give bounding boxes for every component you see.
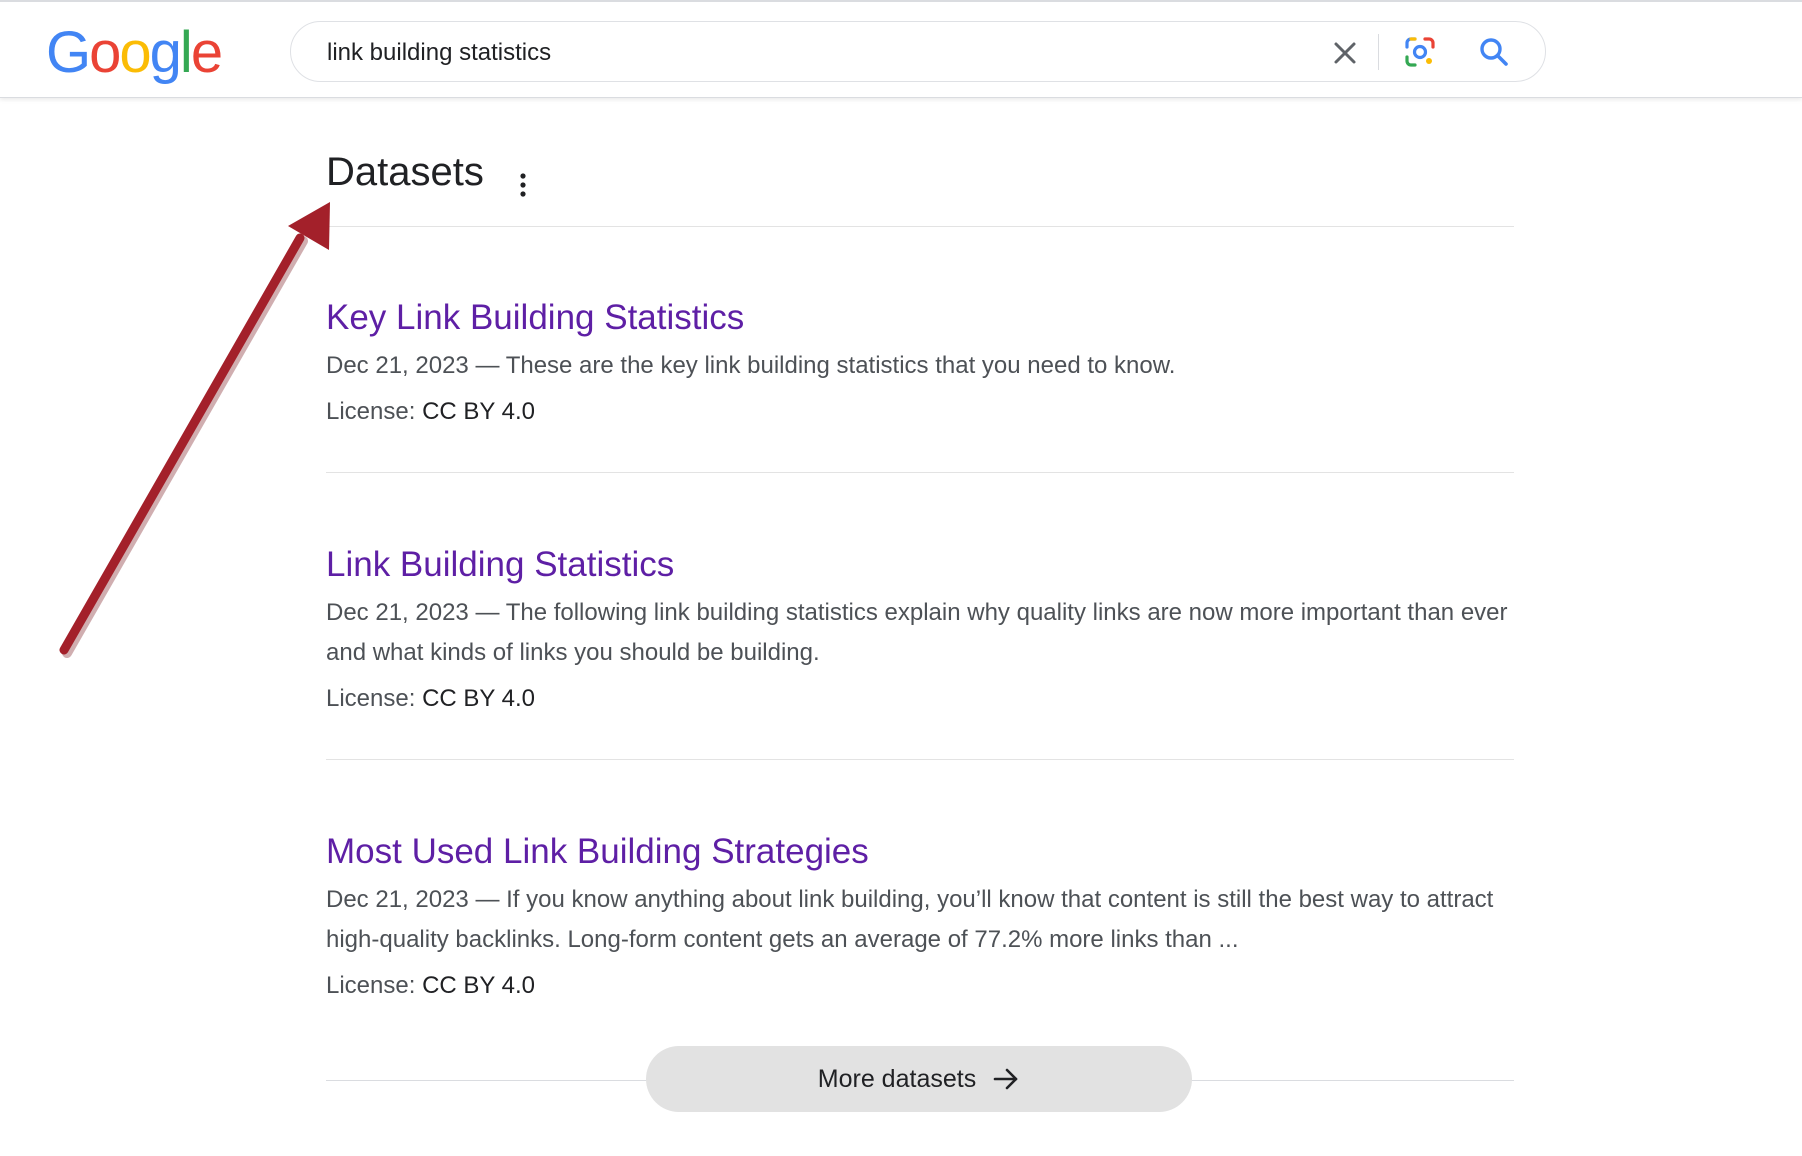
search-input[interactable]: link building statistics [327,39,551,67]
dataset-result: Most Used Link Building Strategies Dec 2… [326,832,1514,1000]
license-value: CC BY 4.0 [422,685,536,713]
result-snippet-text: The following link building statistics e… [326,599,1508,667]
datasets-section-header: Datasets [326,150,1514,197]
license-label: License: [326,972,416,1000]
license-value: CC BY 4.0 [422,972,536,1000]
close-icon [1334,42,1356,64]
result-date: Dec 21, 2023 [326,599,469,627]
logo-letter: l [179,20,193,85]
result-snippet: Dec 21, 2023 — If you know anything abou… [326,886,1494,954]
logo-letter: o [89,20,121,85]
section-menu-button[interactable] [516,170,530,200]
result-license: License: CC BY 4.0 [326,685,1514,713]
section-divider [326,226,1514,227]
search-divider [1378,34,1379,70]
dataset-result: Link Building Statistics Dec 21, 2023 — … [326,545,1514,713]
result-date: Dec 21, 2023 [326,352,469,380]
result-title-link[interactable]: Link Building Statistics [326,545,674,585]
more-datasets-label: More datasets [817,1064,977,1093]
more-vert-icon [520,173,526,197]
logo-letter: g [149,20,182,85]
result-date: Dec 21, 2023 [326,886,469,914]
top-bar: Google link building statistics [0,0,1802,98]
section-title: Datasets [326,150,484,194]
camera-lens-icon [1405,37,1435,67]
logo-letter: e [190,20,223,85]
search-button[interactable] [1476,34,1512,70]
dataset-result: Key Link Building Statistics Dec 21, 202… [326,298,1514,426]
logo-letter: G [46,20,91,85]
clear-search-button[interactable] [1328,36,1362,70]
result-snippet: Dec 21, 2023 — The following link buildi… [326,599,1508,667]
more-datasets-button[interactable]: More datasets [646,1046,1192,1112]
result-snippet-text: These are the key link building statisti… [505,352,1176,380]
result-divider [326,759,1514,760]
result-license: License: CC BY 4.0 [326,398,1514,426]
license-label: License: [326,398,416,426]
google-lens-button[interactable] [1401,33,1439,71]
license-value: CC BY 4.0 [422,398,536,426]
result-title-link[interactable]: Key Link Building Statistics [326,298,744,338]
result-divider [326,472,1514,473]
google-logo[interactable]: Google [46,20,223,85]
arrow-right-icon [993,1068,1018,1090]
search-box[interactable]: link building statistics [290,21,1546,82]
result-snippet: Dec 21, 2023 — These are the key link bu… [326,352,1176,380]
result-license: License: CC BY 4.0 [326,972,1514,1000]
logo-letter: o [119,20,151,85]
license-label: License: [326,685,416,713]
result-snippet-text: If you know anything about link building… [326,886,1494,954]
result-title-link[interactable]: Most Used Link Building Strategies [326,832,869,872]
search-icon [1480,38,1508,66]
